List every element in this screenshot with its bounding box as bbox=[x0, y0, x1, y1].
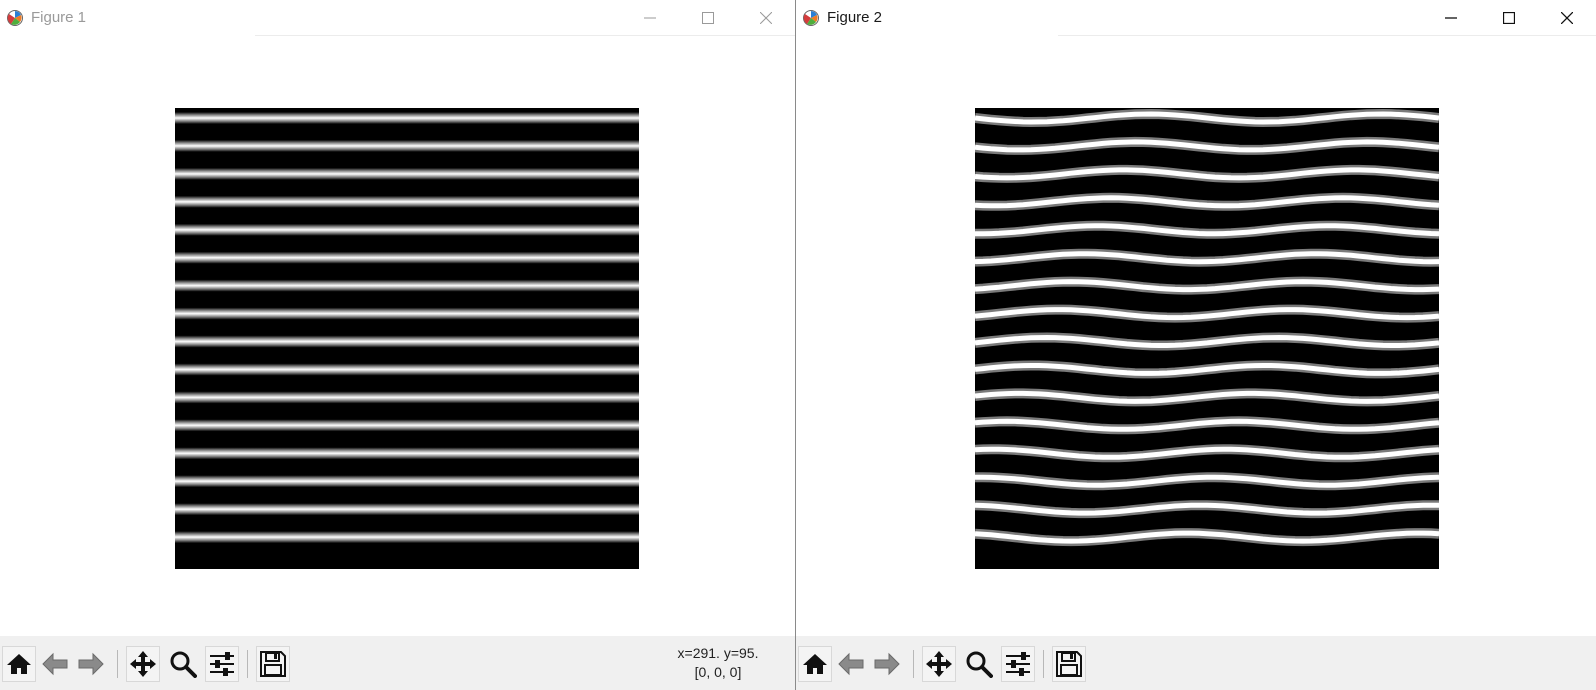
back-button[interactable] bbox=[38, 646, 72, 682]
forward-button[interactable] bbox=[74, 646, 108, 682]
home-icon bbox=[7, 654, 31, 674]
forward-button[interactable] bbox=[870, 646, 904, 682]
configure-subplots-icon bbox=[210, 652, 234, 676]
stripe bbox=[175, 419, 639, 432]
title-bar[interactable]: Figure 2 bbox=[796, 0, 1596, 35]
matplotlib-logo-icon bbox=[5, 8, 25, 28]
window-title: Figure 1 bbox=[31, 9, 87, 26]
stripe bbox=[175, 531, 639, 544]
zoom-icon bbox=[966, 651, 993, 678]
pan-icon bbox=[130, 651, 156, 677]
stripe bbox=[175, 307, 639, 320]
cursor-status: x=291. y=95. [0, 0, 0] bbox=[658, 644, 778, 682]
close-icon bbox=[760, 11, 772, 24]
cursor-coordinates: x=291. y=95. bbox=[677, 645, 759, 661]
toolbar-separator bbox=[247, 650, 248, 678]
toolbar-separator bbox=[1043, 650, 1044, 678]
title-bar[interactable]: Figure 1 bbox=[0, 0, 795, 35]
stripe bbox=[175, 279, 639, 292]
pan-icon bbox=[926, 651, 952, 677]
stripe bbox=[175, 251, 639, 264]
maximize-button[interactable] bbox=[1480, 0, 1538, 35]
stripe bbox=[175, 391, 639, 404]
stripe bbox=[175, 503, 639, 516]
configure-subplots-button[interactable] bbox=[205, 646, 239, 682]
home-button[interactable] bbox=[798, 646, 832, 682]
save-button[interactable] bbox=[256, 646, 290, 682]
home-button[interactable] bbox=[2, 646, 36, 682]
minimize-icon bbox=[644, 17, 656, 18]
stripe-image[interactable] bbox=[175, 108, 639, 569]
figure-canvas[interactable] bbox=[796, 36, 1596, 636]
stripe bbox=[175, 335, 639, 348]
back-button[interactable] bbox=[834, 646, 868, 682]
stripe bbox=[175, 112, 639, 124]
maximize-icon bbox=[1503, 11, 1515, 24]
save-icon bbox=[1056, 651, 1082, 677]
close-icon bbox=[1561, 11, 1573, 24]
figure-2-window: Figure 2 bbox=[795, 0, 1596, 690]
pan-button[interactable] bbox=[922, 646, 956, 682]
close-button[interactable] bbox=[737, 0, 795, 35]
minimize-button[interactable] bbox=[1422, 0, 1480, 35]
toolbar-separator bbox=[913, 650, 914, 678]
close-button[interactable] bbox=[1538, 0, 1596, 35]
wavy-stripe-image[interactable] bbox=[974, 108, 1440, 569]
minimize-button[interactable] bbox=[621, 0, 679, 35]
pan-button[interactable] bbox=[126, 646, 160, 682]
maximize-icon bbox=[702, 11, 714, 24]
image-axes[interactable] bbox=[974, 108, 1440, 574]
back-arrow-icon bbox=[838, 652, 864, 676]
window-title: Figure 2 bbox=[827, 9, 883, 26]
configure-subplots-button[interactable] bbox=[1001, 646, 1035, 682]
stripe bbox=[175, 195, 639, 208]
stripe bbox=[175, 475, 639, 488]
zoom-button[interactable] bbox=[166, 646, 200, 682]
stripe bbox=[175, 223, 639, 236]
figure-canvas[interactable] bbox=[0, 36, 795, 636]
matplotlib-logo-icon bbox=[801, 8, 821, 28]
stripe bbox=[175, 139, 639, 152]
figure-1-window: Figure 1 x=291. y=95. [0, 0, 0] bbox=[0, 0, 795, 690]
save-icon bbox=[260, 651, 286, 677]
forward-arrow-icon bbox=[874, 652, 900, 676]
zoom-button[interactable] bbox=[962, 646, 996, 682]
image-axes[interactable] bbox=[175, 108, 639, 574]
home-icon bbox=[803, 654, 827, 674]
back-arrow-icon bbox=[42, 652, 68, 676]
configure-subplots-icon bbox=[1006, 652, 1030, 676]
navigation-toolbar bbox=[796, 636, 1596, 690]
cursor-pixel-value: [0, 0, 0] bbox=[694, 664, 742, 680]
maximize-button[interactable] bbox=[679, 0, 737, 35]
minimize-icon bbox=[1445, 16, 1457, 19]
forward-arrow-icon bbox=[78, 652, 104, 676]
stripe bbox=[175, 363, 639, 376]
zoom-icon bbox=[170, 651, 197, 678]
stripe bbox=[175, 167, 639, 180]
navigation-toolbar: x=291. y=95. [0, 0, 0] bbox=[0, 636, 795, 690]
stripe bbox=[175, 447, 639, 460]
toolbar-separator bbox=[117, 650, 118, 678]
save-button[interactable] bbox=[1052, 646, 1086, 682]
